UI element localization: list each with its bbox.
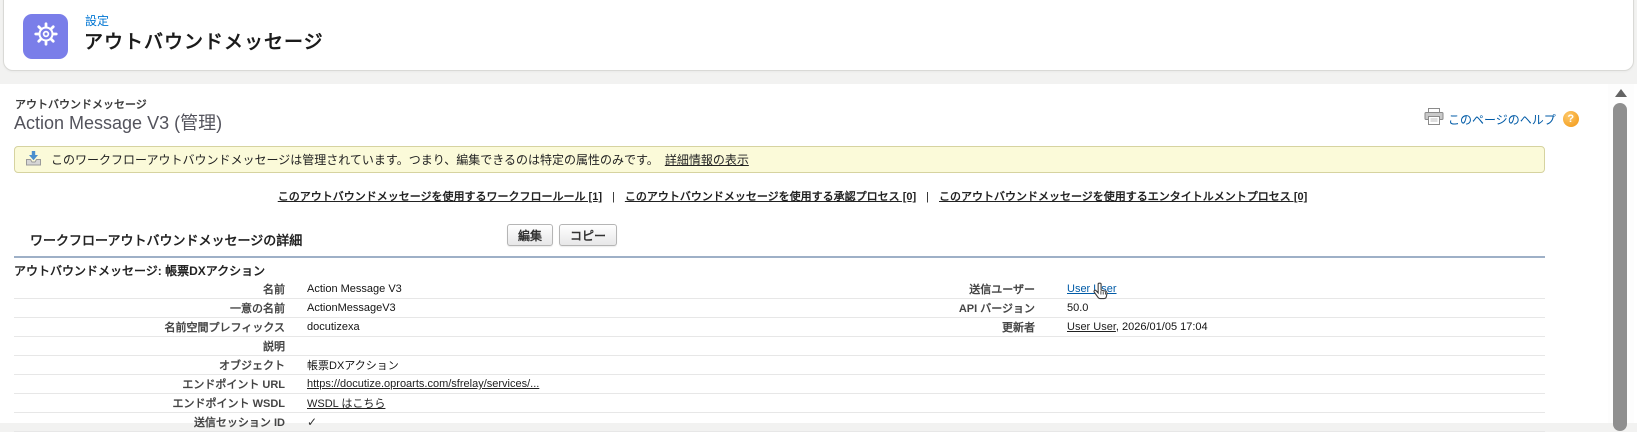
detail-row: 名前Action Message V3送信ユーザー User User (14, 280, 1545, 299)
field-value: 50.0 (1049, 302, 1545, 314)
detail-row: 説明 (14, 337, 1545, 356)
field-value: User User (1049, 283, 1545, 295)
setup-header: 設定 アウトバウンドメッセージ (3, 0, 1634, 71)
related-link[interactable]: このアウトバウンドメッセージを使用する承認プロセス [0] (625, 191, 916, 203)
content-area: アウトバウンドメッセージ Action Message V3 (管理) このペー… (0, 84, 1637, 423)
field-label: 説明 (14, 338, 299, 354)
field-label: 一意の名前 (14, 300, 299, 316)
field-value-link[interactable]: User User (1067, 283, 1117, 295)
detail-row: 名前空間プレフィックスdocutizexa更新者User User, 2026/… (14, 318, 1545, 337)
field-value: docutizexa (299, 321, 779, 333)
detail-row: 一意の名前ActionMessageV3API バージョン50.0 (14, 299, 1545, 318)
field-label: エンドポイント URL (14, 376, 299, 392)
managed-notice-banner: このワークフローアウトバウンドメッセージは管理されています。つまり、編集できるの… (14, 146, 1545, 173)
page-title: Action Message V3 (管理) (14, 109, 222, 135)
detail-row: オブジェクト帳票DXアクション (14, 356, 1545, 375)
edit-button[interactable]: 編集 (507, 224, 553, 246)
related-link[interactable]: このアウトバウンドメッセージを使用するワークフロールール [1] (278, 191, 602, 203)
field-value-suffix: , 2026/01/05 17:04 (1116, 321, 1208, 333)
field-value: 帳票DXアクション (299, 357, 779, 373)
detail-row: エンドポイント WSDL WSDL はこちら (14, 394, 1545, 413)
related-link[interactable]: このアウトバウンドメッセージを使用するエンタイトルメントプロセス [0] (939, 191, 1307, 203)
section-divider (14, 256, 1545, 258)
link-separator: | (926, 191, 929, 203)
notice-text: このワークフローアウトバウンドメッセージは管理されています。つまり、編集できるの… (51, 151, 659, 168)
field-value-link[interactable]: User User (1067, 321, 1116, 333)
field-label: 送信ユーザー (779, 281, 1049, 297)
field-label: 更新者 (779, 319, 1049, 335)
help-area: このページのヘルプ ? (1424, 108, 1579, 130)
page-help-link[interactable]: このページのヘルプ (1448, 111, 1556, 128)
detail-row: エンドポイント URL https://docutize.oproarts.com… (14, 375, 1545, 394)
printer-icon[interactable] (1424, 108, 1444, 130)
field-value-link[interactable]: WSDL はこちら (307, 398, 385, 410)
field-label: 送信セッション ID (14, 414, 299, 430)
section-title: ワークフローアウトバウンドメッセージの詳細 (30, 230, 302, 249)
vertical-scrollbar (1608, 84, 1634, 423)
link-separator: | (612, 191, 615, 203)
field-label: エンドポイント WSDL (14, 395, 299, 411)
field-value: ActionMessageV3 (299, 302, 779, 314)
field-value: ✓ (299, 415, 779, 429)
app-title: アウトバウンドメッセージ (84, 27, 324, 54)
field-label: オブジェクト (14, 357, 299, 373)
field-value-link[interactable]: https://docutize.oproarts.com/sfrelay/se… (307, 378, 539, 390)
field-label: API バージョン (779, 300, 1049, 316)
field-label: 名前空間プレフィックス (14, 319, 299, 335)
scrollbar-up-arrow-icon[interactable] (1615, 89, 1627, 97)
field-value: https://docutize.oproarts.com/sfrelay/se… (299, 378, 779, 390)
package-install-icon (25, 150, 42, 169)
field-value: Action Message V3 (299, 283, 779, 295)
detail-buttons: 編集 コピー (507, 224, 617, 246)
copy-button[interactable]: コピー (559, 224, 617, 246)
field-value: User User, 2026/01/05 17:04 (1049, 321, 1545, 333)
field-value: WSDL はこちら (299, 395, 779, 411)
gear-icon (31, 19, 61, 54)
help-icon[interactable]: ? (1563, 111, 1579, 127)
field-label: 名前 (14, 281, 299, 297)
related-links: このアウトバウンドメッセージを使用するワークフロールール [1] | このアウトバウ… (0, 188, 1585, 204)
scrollbar-thumb[interactable] (1613, 103, 1627, 431)
subsection-title: アウトバウンドメッセージ: 帳票DXアクション (14, 262, 265, 279)
notice-detail-link[interactable]: 詳細情報の表示 (665, 151, 749, 168)
settings-app-icon (23, 14, 68, 59)
detail-rows: 名前Action Message V3送信ユーザーUser User一意の名前A… (14, 280, 1545, 432)
